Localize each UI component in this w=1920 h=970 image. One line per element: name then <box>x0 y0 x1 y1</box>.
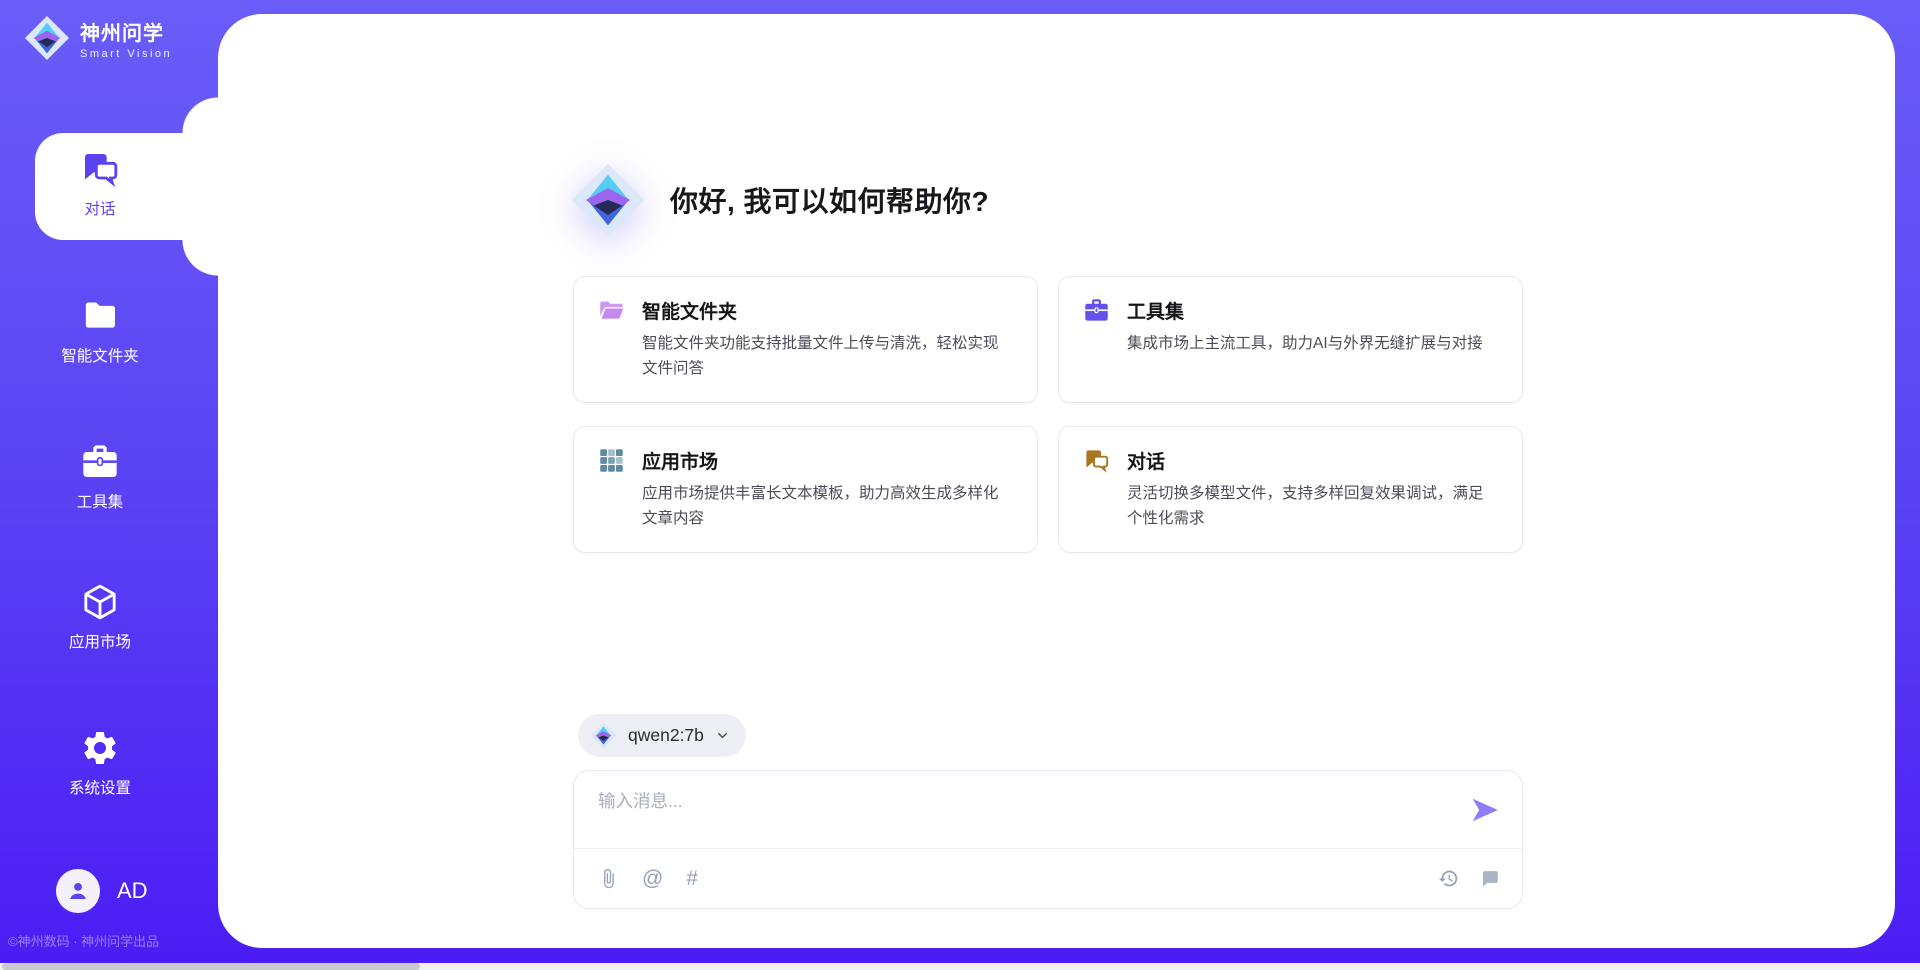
folder-open-icon <box>598 297 625 324</box>
user-profile[interactable]: AD <box>56 869 148 913</box>
sidebar-item-toolset[interactable]: 工具集 <box>30 442 170 512</box>
tab-curve-bottom <box>182 240 218 276</box>
sidebar-item-app-market[interactable]: 应用市场 <box>30 582 170 652</box>
feature-cards: 智能文件夹 智能文件夹功能支持批量文件上传与清洗，轻松实现文件问答 工具集 集 <box>573 276 1523 553</box>
sidebar-item-label: 系统设置 <box>69 776 131 798</box>
card-title: 对话 <box>1127 447 1165 474</box>
app-market-cube-icon <box>80 582 120 622</box>
mention-icon[interactable]: @ <box>642 868 663 889</box>
sidebar-item-label: 工具集 <box>77 490 124 512</box>
card-description: 集成市场上主流工具，助力AI与外界无缝扩展与对接 <box>1127 332 1498 357</box>
card-smart-folder[interactable]: 智能文件夹 智能文件夹功能支持批量文件上传与清洗，轻松实现文件问答 <box>573 276 1038 403</box>
horizontal-scrollbar <box>0 963 1920 970</box>
app-window: 神州问学 Smart Vision 对话 智能文件夹 工具集 应用市场 <box>0 0 1920 970</box>
model-name: qwen2:7b <box>628 725 704 746</box>
avatar <box>56 869 100 913</box>
card-description: 灵活切换多模型文件，支持多样回复效果调试，满足个性化需求 <box>1127 482 1498 532</box>
greeting-diamond-icon <box>570 162 646 238</box>
brand-logo: 神州问学 Smart Vision <box>24 15 172 61</box>
card-description: 智能文件夹功能支持批量文件上传与清洗，轻松实现文件问答 <box>642 332 1013 382</box>
copyright-text: ©神州数码 · 神州问学出品 <box>8 931 159 950</box>
chevron-down-icon <box>715 728 730 743</box>
folder-icon <box>80 296 120 336</box>
card-toolset[interactable]: 工具集 集成市场上主流工具，助力AI与外界无缝扩展与对接 <box>1058 276 1523 403</box>
settings-gear-icon <box>80 728 120 768</box>
model-diamond-icon <box>590 722 617 749</box>
message-composer: @ # <box>573 770 1523 909</box>
hash-icon[interactable]: # <box>686 868 698 889</box>
message-input[interactable] <box>598 788 1438 842</box>
quick-phrase-icon[interactable] <box>1479 868 1500 889</box>
sidebar-item-label: 对话 <box>84 197 115 219</box>
horizontal-scrollbar-thumb[interactable] <box>2 963 420 970</box>
brand-subtitle: Smart Vision <box>80 48 172 60</box>
sidebar-item-smart-folder[interactable]: 智能文件夹 <box>30 296 170 366</box>
sidebar-item-label: 应用市场 <box>69 630 131 652</box>
sidebar-item-label: 智能文件夹 <box>61 344 139 366</box>
chat-icon <box>80 149 120 189</box>
toolbox-icon <box>80 442 120 482</box>
card-description: 应用市场提供丰富长文本模板，助力高效生成多样化文章内容 <box>642 482 1013 532</box>
card-title: 应用市场 <box>642 447 718 474</box>
person-icon <box>65 878 91 904</box>
model-selector[interactable]: qwen2:7b <box>578 714 746 757</box>
brand-diamond-icon <box>24 15 70 61</box>
grid-icon <box>598 447 625 474</box>
send-icon <box>1470 795 1500 825</box>
composer-toolbar: @ # <box>598 848 1500 908</box>
sidebar-item-settings[interactable]: 系统设置 <box>30 728 170 798</box>
chat-icon <box>1083 447 1110 474</box>
greeting: 你好, 我可以如何帮助你? <box>570 162 989 238</box>
card-chat[interactable]: 对话 灵活切换多模型文件，支持多样回复效果调试，满足个性化需求 <box>1058 426 1523 553</box>
toolbox-icon <box>1083 297 1110 324</box>
greeting-text: 你好, 我可以如何帮助你? <box>670 180 989 220</box>
main-panel: 你好, 我可以如何帮助你? 智能文件夹 智能文件夹功能支持批量文件上传与清洗，轻… <box>218 14 1895 948</box>
tab-curve-top <box>182 97 218 133</box>
card-title: 工具集 <box>1127 297 1184 324</box>
card-app-market[interactable]: 应用市场 应用市场提供丰富长文本模板，助力高效生成多样化文章内容 <box>573 426 1038 553</box>
card-title: 智能文件夹 <box>642 297 737 324</box>
send-button[interactable] <box>1470 795 1500 825</box>
history-icon[interactable] <box>1438 868 1459 889</box>
sidebar-item-chat[interactable]: 对话 <box>30 149 170 219</box>
user-initials: AD <box>117 878 148 904</box>
attach-icon[interactable] <box>598 868 619 889</box>
brand-name: 神州问学 <box>80 17 172 46</box>
